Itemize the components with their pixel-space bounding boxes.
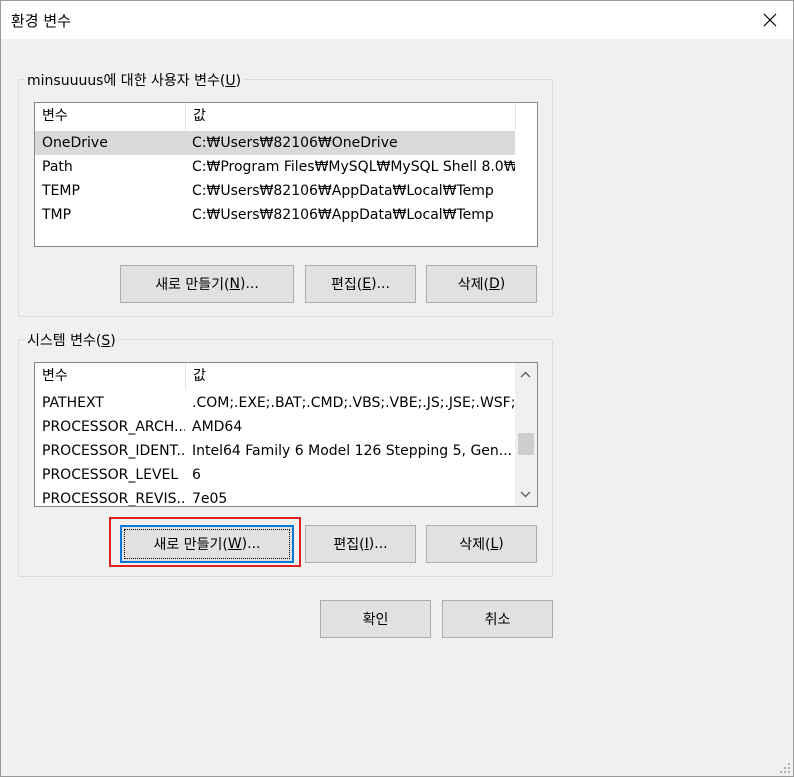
list-header: 변수 값 (35, 363, 515, 390)
variable-name-cell: PROCESSOR_LEVEL (42, 467, 179, 483)
system-variables-label: 시스템 변수(S) (24, 330, 119, 350)
system-delete-button[interactable]: 삭제(L) (426, 525, 537, 563)
chevron-up-icon (520, 371, 531, 378)
variable-name-cell: PROCESSOR_ARCH... (42, 419, 185, 435)
variable-value-cell: C:₩Users₩82106₩AppData₩Local₩Temp (192, 207, 494, 223)
variable-value-cell: .COM;.EXE;.BAT;.CMD;.VBS;.VBE;.JS;.JSE;.… (192, 395, 515, 411)
user-new-button[interactable]: 새로 만들기(N)... (120, 265, 294, 303)
variable-value-cell: Intel64 Family 6 Model 126 Stepping 5, G… (192, 443, 513, 459)
variable-value-cell: C:₩Users₩82106₩AppData₩Local₩Temp (192, 183, 494, 199)
title-bar: 환경 변수 (1, 1, 793, 39)
variable-name-cell: TMP (42, 207, 72, 223)
variable-name-cell: OneDrive (42, 135, 108, 151)
cancel-button[interactable]: 취소 (442, 600, 553, 638)
user-delete-button[interactable]: 삭제(D) (426, 265, 537, 303)
scroll-thumb[interactable] (518, 432, 534, 455)
chevron-down-icon (520, 491, 531, 498)
table-row[interactable]: PATHEXT .COM;.EXE;.BAT;.CMD;.VBS;.VBE;.JS… (35, 391, 515, 415)
user-edit-button[interactable]: 편집(E)... (305, 265, 416, 303)
variable-value-cell: 7e05 (192, 491, 228, 507)
table-row[interactable]: PROCESSOR_IDENT... Intel64 Family 6 Model… (35, 439, 515, 463)
table-row[interactable]: TEMP C:₩Users₩82106₩AppData₩Local₩Temp (35, 179, 515, 203)
column-header-value[interactable]: 값 (186, 103, 515, 130)
table-row[interactable]: OneDrive C:₩Users₩82106₩OneDrive (35, 131, 515, 155)
table-row[interactable]: PROCESSOR_LEVEL 6 (35, 463, 515, 487)
variable-name-cell: TEMP (42, 183, 80, 199)
list-header: 변수 값 (35, 103, 516, 130)
system-variables-list[interactable]: 변수 값 PATHEXT .COM;.EXE;.BAT;.CMD;.VBS;.VB… (34, 362, 538, 507)
table-row[interactable]: PROCESSOR_REVIS... 7e05 (35, 487, 515, 507)
variable-value-cell: 6 (192, 467, 201, 483)
user-variables-list[interactable]: 변수 값 OneDrive C:₩Users₩82106₩OneDrive Path… (34, 102, 538, 247)
variable-name-cell: PROCESSOR_IDENT... (42, 443, 185, 459)
scroll-down-arrow[interactable] (517, 486, 534, 503)
close-button[interactable] (747, 1, 793, 39)
close-icon (763, 13, 777, 27)
user-variables-label: minsuuuus에 대한 사용자 변수(U) (24, 70, 245, 90)
system-new-button[interactable]: 새로 만들기(W)... (120, 525, 294, 563)
variable-name-cell: PROCESSOR_REVIS... (42, 491, 185, 507)
variable-value-cell: C:₩Users₩82106₩OneDrive (192, 135, 398, 151)
resize-grip-icon[interactable] (779, 762, 791, 774)
table-row[interactable]: PROCESSOR_ARCH... AMD64 (35, 415, 515, 439)
system-list-scrollbar[interactable] (515, 363, 537, 506)
variable-value-cell: C:₩Program Files₩MySQL₩MySQL Shell 8.0₩.… (192, 159, 515, 175)
column-header-value[interactable]: 값 (186, 363, 515, 390)
variable-name-cell: Path (42, 159, 73, 175)
column-header-variable[interactable]: 변수 (35, 103, 185, 130)
variable-value-cell: AMD64 (192, 419, 243, 435)
window-title: 환경 변수 (11, 12, 71, 30)
environment-variables-dialog: 환경 변수 minsuuuus에 대한 사용자 변수(U) 변수 값 OneDr… (0, 0, 794, 777)
column-header-variable[interactable]: 변수 (35, 363, 185, 390)
table-row[interactable]: TMP C:₩Users₩82106₩AppData₩Local₩Temp (35, 203, 515, 227)
scroll-up-arrow[interactable] (517, 366, 534, 383)
ok-button[interactable]: 확인 (320, 600, 431, 638)
system-edit-button[interactable]: 편집(I)... (305, 525, 416, 563)
variable-name-cell: PATHEXT (42, 395, 104, 411)
table-row[interactable]: Path C:₩Program Files₩MySQL₩MySQL Shell 8… (35, 155, 515, 179)
